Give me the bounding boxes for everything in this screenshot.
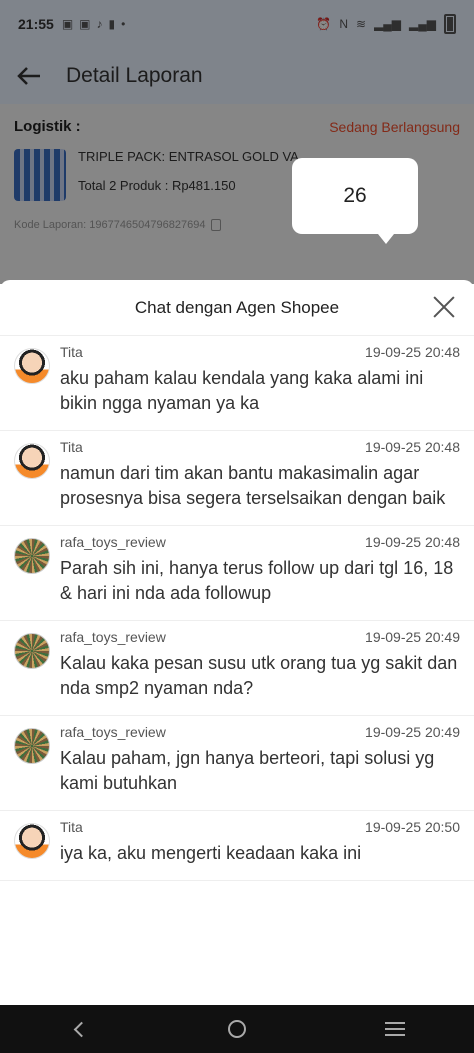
nav-home-icon	[228, 1020, 246, 1038]
chat-header: Chat dengan Agen Shopee	[0, 280, 474, 336]
nav-home-button[interactable]	[222, 1014, 252, 1044]
nav-recents-icon	[385, 1022, 405, 1036]
chat-sheet: Chat dengan Agen Shopee Tita 19-09-25 20:…	[0, 280, 474, 1005]
message-time: 19-09-25 20:49	[365, 724, 460, 740]
avatar	[14, 443, 50, 479]
close-icon[interactable]	[430, 293, 458, 321]
message-sender: rafa_toys_review	[60, 724, 166, 740]
message-time: 19-09-25 20:48	[365, 439, 460, 455]
chat-message: Tita 19-09-25 20:48 aku paham kalau kendal…	[0, 336, 474, 431]
message-text: namun dari tim akan bantu makasimalin ag…	[60, 463, 446, 508]
system-nav-bar	[0, 1005, 474, 1053]
message-text: aku paham kalau kendala yang kaka alami …	[60, 368, 424, 413]
dim-overlay[interactable]	[0, 0, 474, 284]
message-text: iya ka, aku mengerti keadaan kaka ini	[60, 843, 362, 863]
avatar	[14, 348, 50, 384]
message-text: Kalau paham, jgn hanya berteori, tapi so…	[60, 748, 435, 793]
nav-back-button[interactable]	[64, 1014, 94, 1044]
message-sender: rafa_toys_review	[60, 629, 166, 645]
message-text: Parah sih ini, hanya terus follow up dar…	[60, 558, 454, 603]
chat-title: Chat dengan Agen Shopee	[134, 297, 340, 317]
nav-recents-button[interactable]	[380, 1014, 410, 1044]
message-sender: Tita	[60, 439, 83, 455]
tooltip-bubble: 26	[292, 158, 418, 244]
avatar	[14, 823, 50, 859]
message-time: 19-09-25 20:49	[365, 629, 460, 645]
nav-back-icon	[73, 1021, 89, 1037]
message-time: 19-09-25 20:48	[365, 534, 460, 550]
message-sender: rafa_toys_review	[60, 534, 166, 550]
chat-message: rafa_toys_review 19-09-25 20:49 Kalau paha…	[0, 716, 474, 811]
message-sender: Tita	[60, 344, 83, 360]
avatar	[14, 728, 50, 764]
chat-message: rafa_toys_review 19-09-25 20:49 Kalau kaka…	[0, 621, 474, 716]
message-text: Kalau kaka pesan susu utk orang tua yg s…	[60, 653, 458, 698]
avatar	[14, 538, 50, 574]
chat-message: rafa_toys_review 19-09-25 20:48 Parah sih …	[0, 526, 474, 621]
chat-message: Tita 19-09-25 20:50 iya ka, aku mengerti k…	[0, 811, 474, 881]
message-time: 19-09-25 20:50	[365, 819, 460, 835]
message-time: 19-09-25 20:48	[365, 344, 460, 360]
chat-message: Tita 19-09-25 20:48 namun dari tim akan ba…	[0, 431, 474, 526]
avatar	[14, 633, 50, 669]
tooltip-value: 26	[343, 184, 367, 207]
message-sender: Tita	[60, 819, 83, 835]
message-list[interactable]: Tita 19-09-25 20:48 aku paham kalau kendal…	[0, 336, 474, 881]
